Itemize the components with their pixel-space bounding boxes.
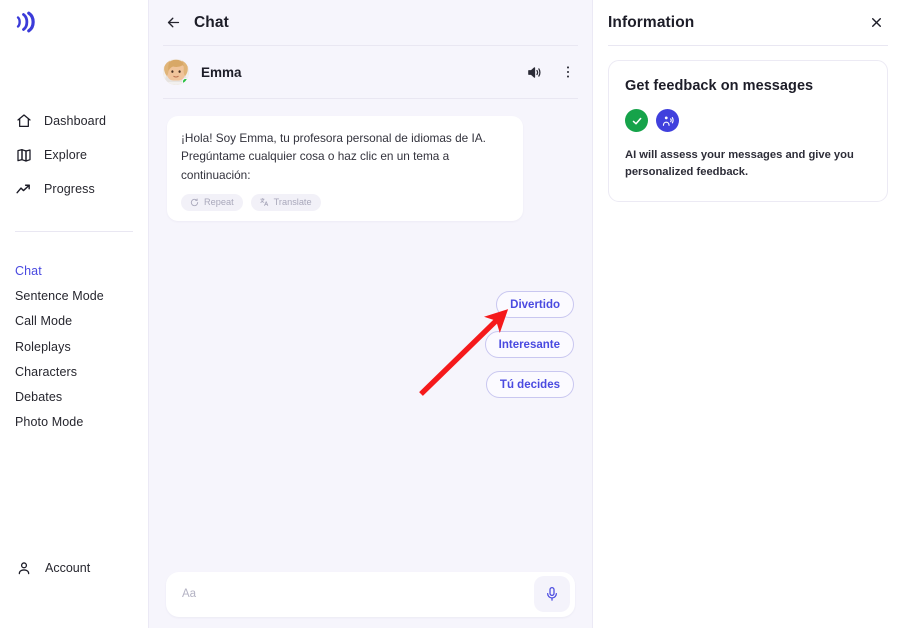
avatar[interactable] [163, 59, 189, 85]
sidebar-secondary-nav: Chat Sentence Mode Call Mode Roleplays C… [0, 258, 149, 435]
map-icon [15, 147, 32, 164]
message-input[interactable] [182, 588, 523, 600]
message-actions: Repeat Translate [181, 193, 509, 211]
sidebar-item-label: Debates [15, 390, 63, 405]
feedback-card-badges [625, 109, 871, 132]
suggestion-chip-interesante[interactable]: Interesante [484, 331, 574, 358]
repeat-button[interactable]: Repeat [181, 193, 243, 211]
assistant-message-bubble: ¡Hola! Soy Emma, tu profesora personal d… [167, 116, 523, 221]
sidebar-item-label: Progress [44, 182, 95, 196]
chat-partner-name: Emma [201, 64, 242, 80]
sidebar-item-account[interactable]: Account [0, 560, 149, 576]
speaking-person-icon [656, 109, 679, 132]
chat-partner-actions [524, 62, 578, 82]
sidebar-item-explore[interactable]: Explore [0, 138, 149, 172]
sidebar-item-dashboard[interactable]: Dashboard [0, 104, 149, 138]
sidebar-primary-nav: Dashboard Explore Progress [0, 104, 149, 206]
suggestion-chip-list: Divertido Interesante Tú decides [484, 291, 574, 398]
suggestion-chip-tu-decides[interactable]: Tú decides [485, 371, 574, 398]
composer [166, 571, 575, 617]
sidebar-item-label: Photo Mode [15, 415, 84, 430]
feedback-card-description: AI will assess your messages and give yo… [625, 149, 854, 179]
close-icon[interactable] [867, 14, 885, 32]
translate-button[interactable]: Translate [250, 193, 321, 211]
sidebar-item-label: Roleplays [15, 339, 71, 354]
information-divider [608, 45, 888, 46]
sidebar-item-label: Chat [15, 263, 42, 278]
sidebar-item-label: Sentence Mode [15, 288, 104, 303]
chat-partner-bar: Emma [149, 46, 592, 98]
information-header: Information [593, 0, 903, 45]
chat-panel: Chat Emma ¡Hola! Soy Emma, tu profesora … [149, 0, 592, 628]
message-list[interactable]: ¡Hola! Soy Emma, tu profesora personal d… [149, 99, 592, 560]
sidebar-item-label: Account [45, 561, 91, 575]
online-status-dot [182, 78, 189, 85]
chat-topbar: Chat [149, 0, 592, 45]
information-title: Information [608, 13, 695, 31]
user-icon [16, 560, 32, 576]
sidebar-item-sentence-mode[interactable]: Sentence Mode [0, 283, 149, 308]
sidebar-item-progress[interactable]: Progress [0, 172, 149, 206]
feedback-card: Get feedback on messages AI will assess … [608, 60, 888, 202]
sidebar: Dashboard Explore Progress Chat Sentence… [0, 0, 149, 628]
sidebar-item-label: Explore [44, 148, 88, 162]
page-title: Chat [194, 13, 229, 31]
sidebar-divider [15, 231, 133, 232]
sidebar-item-debates[interactable]: Debates [0, 384, 149, 409]
app-root: Dashboard Explore Progress Chat Sentence… [0, 0, 903, 628]
soundwave-logo-icon [13, 9, 39, 40]
app-logo[interactable] [10, 8, 42, 40]
sidebar-item-photo-mode[interactable]: Photo Mode [0, 410, 149, 435]
arrow-left-icon[interactable] [164, 14, 182, 32]
sidebar-item-roleplays[interactable]: Roleplays [0, 334, 149, 359]
feedback-card-title: Get feedback on messages [625, 78, 814, 94]
information-panel: Information Get feedback on messages AI … [592, 0, 903, 628]
sidebar-item-call-mode[interactable]: Call Mode [0, 309, 149, 334]
home-icon [15, 113, 32, 130]
composer-area [149, 560, 592, 628]
repeat-label: Repeat [204, 197, 234, 208]
sidebar-item-characters[interactable]: Characters [0, 359, 149, 384]
microphone-icon[interactable] [534, 576, 570, 612]
speaker-icon[interactable] [524, 62, 544, 82]
translate-label: Translate [273, 197, 312, 208]
more-vertical-icon[interactable] [558, 62, 578, 82]
suggestion-chip-divertido[interactable]: Divertido [496, 291, 574, 318]
sidebar-item-chat[interactable]: Chat [0, 258, 149, 283]
message-text: ¡Hola! Soy Emma, tu profesora personal d… [181, 131, 486, 182]
sidebar-item-label: Characters [15, 364, 78, 379]
translate-icon [259, 198, 269, 207]
sidebar-item-label: Dashboard [44, 114, 107, 128]
repeat-icon [190, 198, 199, 207]
check-icon [625, 109, 648, 132]
trending-up-icon [15, 181, 32, 198]
sidebar-item-label: Call Mode [15, 314, 73, 329]
